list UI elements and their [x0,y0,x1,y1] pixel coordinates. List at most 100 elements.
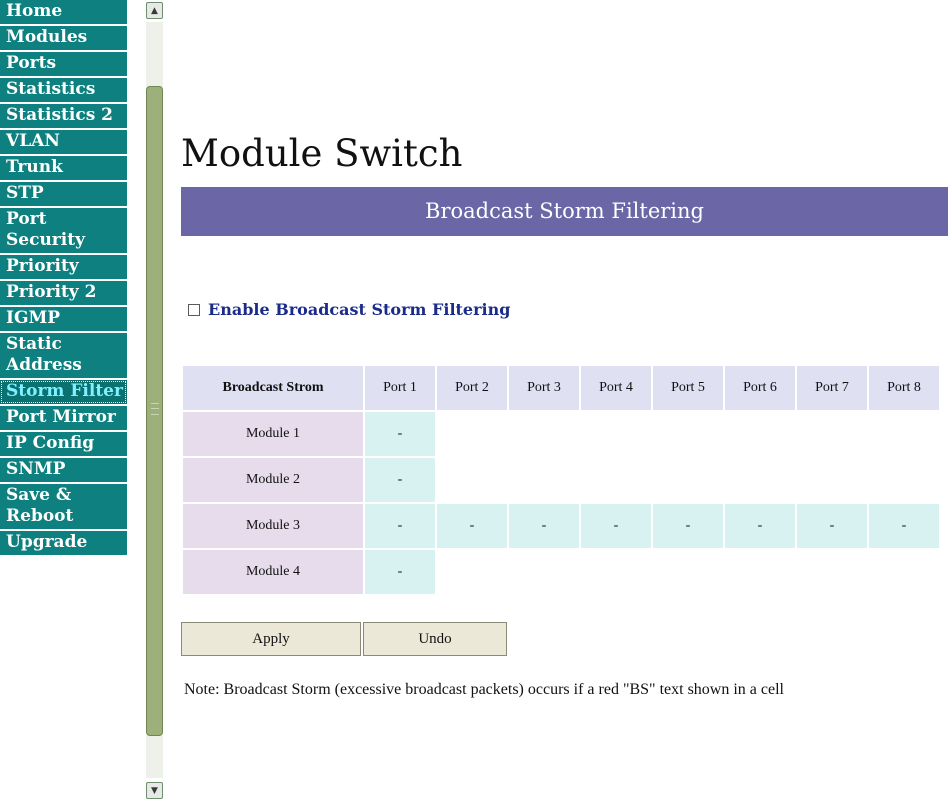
sidebar-item-ip-config[interactable]: IP Config [0,432,127,456]
sidebar-item-priority-2[interactable]: Priority 2 [0,281,127,305]
sidebar-item-label: Static [6,334,62,354]
sidebar-item-label: Address [6,355,82,375]
sidebar-item-static-address[interactable]: Static Address [0,333,127,378]
scroll-thumb[interactable] [146,86,163,736]
sidebar-item-statistics[interactable]: Statistics [0,78,127,102]
sidebar-item-upgrade[interactable]: Upgrade [0,531,127,555]
empty-cell [437,550,507,594]
port-status-cell: - [509,504,579,548]
storm-filter-table: Broadcast Strom Port 1 Port 2 Port 3 Port 4… [181,364,941,596]
empty-cell [653,458,723,502]
table-header-main: Broadcast Strom [183,366,363,410]
port-status-cell: - [365,458,435,502]
sidebar-item-home[interactable]: Home [0,0,127,24]
sidebar-item-vlan[interactable]: VLAN [0,130,127,154]
empty-cell [797,412,867,456]
empty-cell [653,550,723,594]
undo-button[interactable]: Undo [363,622,507,656]
scroll-up-icon[interactable]: ▲ [146,2,163,19]
enable-storm-filter-checkbox[interactable]: Enable Broadcast Storm Filtering [188,300,510,319]
port-header: Port 4 [581,366,651,410]
sidebar-item-label: Upgrade [6,532,88,552]
table-header-row: Broadcast Strom Port 1 Port 2 Port 3 Port 4… [183,366,939,410]
empty-cell [581,412,651,456]
sidebar-item-label: Security [6,230,85,250]
sidebar-item-ports[interactable]: Ports [0,52,127,76]
sidebar-item-label: Modules [6,27,88,47]
empty-cell [725,550,795,594]
sidebar-item-save-reboot[interactable]: Save & Reboot [0,484,127,529]
grip-icon [151,403,159,415]
sidebar-nav: Home Modules Ports Statistics Statistics 2 VL… [0,0,127,801]
sidebar-item-port-security[interactable]: Port Security [0,208,127,253]
port-status-cell: - [869,504,939,548]
module-label: Module 1 [183,412,363,456]
empty-cell [509,412,579,456]
checkbox-icon[interactable] [188,303,200,316]
sidebar-item-stp[interactable]: STP [0,182,127,206]
scrollbar[interactable]: ▲ ▼ [146,0,164,801]
sidebar-item-label: Home [6,1,63,21]
module-label: Module 3 [183,504,363,548]
port-header: Port 5 [653,366,723,410]
table-row: Module 1- [183,412,939,456]
sidebar-item-label: Save & [6,485,72,505]
port-status-cell: - [725,504,795,548]
scroll-down-icon[interactable]: ▼ [146,782,163,799]
empty-cell [509,458,579,502]
port-header: Port 7 [797,366,867,410]
port-status-cell: - [437,504,507,548]
table-row: Module 4- [183,550,939,594]
module-label: Module 4 [183,550,363,594]
sidebar-item-label: Priority 2 [6,282,97,302]
sidebar-item-snmp[interactable]: SNMP [0,458,127,482]
empty-cell [797,458,867,502]
port-header: Port 3 [509,366,579,410]
empty-cell [437,458,507,502]
empty-cell [869,550,939,594]
sidebar-item-label: Reboot [6,506,74,526]
page-title: Module Switch [181,132,463,175]
sidebar-item-storm-filter[interactable]: Storm Filter [0,380,127,404]
sidebar-item-label: SNMP [6,459,66,479]
sidebar-item-label: Statistics 2 [6,105,114,125]
port-status-cell: - [365,504,435,548]
empty-cell [509,550,579,594]
port-status-cell: - [365,412,435,456]
sidebar-item-label: Port Mirror [6,407,116,427]
sidebar-item-label: IGMP [6,308,61,328]
sidebar-item-label: STP [6,183,44,203]
table-row: Module 2- [183,458,939,502]
sidebar-item-label: VLAN [6,131,60,151]
sidebar-item-label: Trunk [6,157,63,177]
empty-cell [725,412,795,456]
empty-cell [437,412,507,456]
port-status-cell: - [653,504,723,548]
empty-cell [869,412,939,456]
apply-button[interactable]: Apply [181,622,361,656]
sidebar-item-label: Storm Filter [6,381,123,401]
sidebar-item-label: Ports [6,53,57,73]
sidebar-item-port-mirror[interactable]: Port Mirror [0,406,127,430]
empty-cell [581,550,651,594]
port-status-cell: - [581,504,651,548]
sidebar-item-igmp[interactable]: IGMP [0,307,127,331]
port-header: Port 2 [437,366,507,410]
scroll-track[interactable] [146,22,163,778]
sidebar-item-priority[interactable]: Priority [0,255,127,279]
empty-cell [653,412,723,456]
table-row: Module 3-------- [183,504,939,548]
sidebar-item-label: Statistics [6,79,96,99]
section-title: Broadcast Storm Filtering [181,187,948,236]
port-header: Port 6 [725,366,795,410]
sidebar-item-statistics-2[interactable]: Statistics 2 [0,104,127,128]
module-label: Module 2 [183,458,363,502]
empty-cell [869,458,939,502]
sidebar-item-label: Priority [6,256,79,276]
empty-cell [581,458,651,502]
sidebar-item-label: IP Config [6,433,95,453]
port-header: Port 8 [869,366,939,410]
sidebar-item-trunk[interactable]: Trunk [0,156,127,180]
sidebar-item-modules[interactable]: Modules [0,26,127,50]
empty-cell [797,550,867,594]
